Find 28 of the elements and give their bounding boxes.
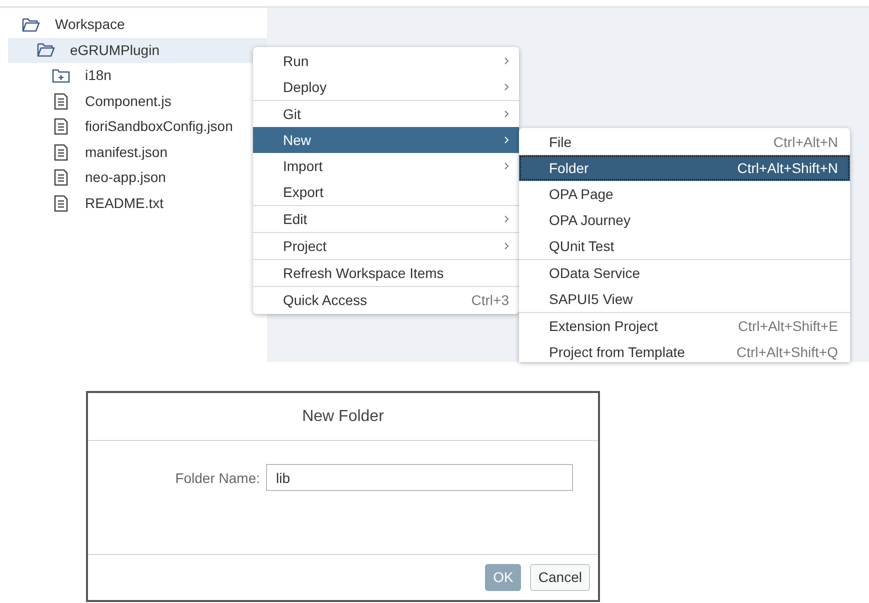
open-folder-icon (37, 43, 55, 58)
open-folder-icon (22, 18, 40, 32)
document-icon (54, 194, 68, 212)
menu-item[interactable]: SAPUI5 View (519, 286, 850, 312)
tree-item[interactable]: Workspace (8, 12, 267, 38)
cancel-button[interactable]: Cancel (530, 564, 590, 591)
menu-item[interactable]: OPA Journey (519, 207, 850, 233)
document-icon (54, 144, 68, 161)
field-label: Folder Name: (174, 469, 260, 488)
document-icon (54, 169, 68, 186)
menu-item[interactable]: QUnit Test (519, 233, 850, 259)
menu-item[interactable]: Edit (253, 206, 519, 232)
menu-item[interactable]: OData Service (519, 260, 850, 286)
menu-item[interactable]: Extension Project Ctrl+Alt+Shift+E (519, 313, 850, 339)
menu-item[interactable]: Project (253, 233, 519, 259)
menu-item[interactable]: Project from Template Ctrl+Alt+Shift+Q (519, 339, 850, 362)
menu-item[interactable]: New (253, 127, 519, 153)
menu-item[interactable]: Quick Access Ctrl+3 (253, 287, 519, 313)
folder-plus-icon (52, 68, 70, 83)
menu-item[interactable]: OPA Page (519, 181, 850, 207)
menu-item[interactable]: File Ctrl+Alt+N (519, 129, 850, 155)
menu-item[interactable]: Folder Ctrl+Alt+Shift+N (519, 155, 850, 181)
menu-item[interactable]: Refresh Workspace Items (253, 260, 519, 286)
document-icon (54, 92, 68, 110)
folder-name-field[interactable]: lib (266, 464, 573, 491)
dialog-title: New Folder (302, 406, 384, 426)
document-icon (54, 118, 68, 136)
tree-item[interactable]: eGRUMPlugin (8, 38, 267, 63)
